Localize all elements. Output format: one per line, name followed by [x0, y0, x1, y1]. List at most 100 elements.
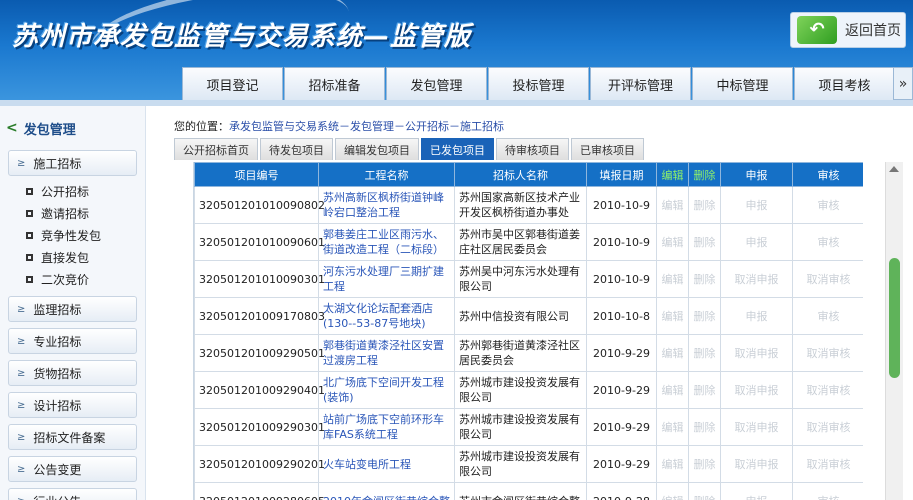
sidebar-subitem[interactable]: 直接发包	[0, 246, 145, 268]
sidebar-title[interactable]: < 发包管理	[0, 106, 145, 150]
edit-action[interactable]: 编辑	[656, 445, 689, 483]
sidebar-subitem[interactable]: 邀请招标	[0, 202, 145, 224]
sidebar-group-item[interactable]: ≥ 公告变更	[8, 456, 137, 482]
declare-action[interactable]: 申报	[720, 482, 793, 500]
declare-action[interactable]: 取消申报	[720, 445, 793, 483]
delete-action[interactable]: 删除	[688, 186, 721, 224]
column-header: 招标人名称	[454, 162, 587, 187]
audit-action[interactable]: 取消审核	[792, 371, 863, 409]
audit-action[interactable]: 审核	[792, 223, 863, 261]
subtab[interactable]: 编辑发包项目	[335, 138, 419, 160]
project-name-link[interactable]: 郭巷姜庄工业区雨污水、街道改造工程（二标段）	[318, 223, 455, 261]
edit-action[interactable]: 编辑	[656, 408, 689, 446]
edit-action[interactable]: 编辑	[656, 334, 689, 372]
subtab[interactable]: 待发包项目	[260, 138, 333, 160]
project-code-cell: 320501201009290301	[194, 408, 325, 446]
project-code-cell: 320501201009170803	[194, 297, 325, 335]
delete-action[interactable]: 删除	[688, 482, 721, 500]
audit-action[interactable]: 取消审核	[792, 260, 863, 298]
sidebar-title-label: 发包管理	[23, 122, 76, 138]
declare-action[interactable]: 取消申报	[720, 408, 793, 446]
delete-action[interactable]: 删除	[688, 408, 721, 446]
table-row: 320501201009290201 火车站变电所工程 苏州城市建设投资发展有限公司…	[194, 445, 863, 483]
breadcrumb-prefix: 您的位置：	[174, 120, 229, 133]
sidebar-subitem[interactable]: 公开招标	[0, 180, 145, 202]
declare-action[interactable]: 申报	[720, 223, 793, 261]
table-row: 320501201009170803 太湖文化论坛配套酒店(130--53-87号…	[194, 297, 863, 335]
edit-action[interactable]: 编辑	[656, 482, 689, 500]
sidebar-group-item[interactable]: ≥ 专业招标	[8, 328, 137, 354]
project-name-link[interactable]: 火车站变电所工程	[318, 445, 455, 483]
sidebar-subitem-label: 竞争性发包	[41, 228, 102, 243]
project-name-link[interactable]: 太湖文化论坛配套酒店(130--53-87号地块)	[318, 297, 455, 335]
project-table-container: 项目编号 工程名称 招标人名称 填报日期 编辑 删除 申报 审核 32050120101009…	[193, 162, 863, 500]
project-name-link[interactable]: 苏州高新区枫桥街道钟峰岭宕口整治工程	[318, 186, 455, 224]
square-bullet-icon	[26, 275, 33, 283]
sidebar-subitem[interactable]: 二次竞价	[0, 268, 145, 290]
edit-action[interactable]: 编辑	[656, 223, 689, 261]
delete-action[interactable]: 删除	[688, 260, 721, 298]
sidebar-groups: ≥ 监理招标 ≥ 专业招标 ≥ 货物招标 ≥ 设计招标 ≥ 招标文件备案 ≥ 公告变更 ≥ 行业公告	[0, 296, 145, 500]
subtab[interactable]: 已审核项目	[571, 138, 644, 160]
audit-action[interactable]: 取消审核	[792, 334, 863, 372]
breadcrumb-path[interactable]: 承发包监管与交易系统－发包管理－公开招标－施工招标	[229, 120, 504, 133]
nav-tab[interactable]: 发包管理	[386, 67, 487, 100]
subtab[interactable]: 已发包项目	[421, 138, 494, 160]
project-name-link[interactable]: 站前广场底下空前环形车库FAS系统工程	[318, 408, 455, 446]
project-name-link[interactable]: 郭巷街道黄漆泾社区安置过渡房工程	[318, 334, 455, 372]
sidebar-group-item[interactable]: ≥ 货物招标	[8, 360, 137, 386]
declare-action[interactable]: 取消申报	[720, 260, 793, 298]
nav-more-button[interactable]: »	[893, 67, 913, 100]
audit-action[interactable]: 取消审核	[792, 445, 863, 483]
nav-tab[interactable]: 招标准备	[284, 67, 385, 100]
scroll-thumb[interactable]	[889, 258, 900, 378]
sidebar-item-construction[interactable]: ≥ 施工招标	[8, 150, 137, 176]
home-button[interactable]: ↶ 返回首页	[790, 12, 906, 48]
nav-tab[interactable]: 项目考核	[794, 67, 895, 100]
edit-action[interactable]: 编辑	[656, 371, 689, 409]
expand-icon: ≥	[17, 399, 26, 411]
declare-action[interactable]: 取消申报	[720, 371, 793, 409]
delete-action[interactable]: 删除	[688, 334, 721, 372]
declare-action[interactable]: 申报	[720, 186, 793, 224]
subtab[interactable]: 公开招标首页	[174, 138, 258, 160]
project-name-link[interactable]: 2010年金阊区街巷综合整	[318, 482, 455, 500]
project-name-link[interactable]: 河东污水处理厂三期扩建工程	[318, 260, 455, 298]
sidebar-group-item[interactable]: ≥ 行业公告	[8, 488, 137, 500]
table-row: 320501201009290301 站前广场底下空前环形车库FAS系统工程 苏州城…	[194, 408, 863, 446]
expand-icon: ≥	[17, 157, 26, 169]
edit-action[interactable]: 编辑	[656, 297, 689, 335]
audit-action[interactable]: 审核	[792, 297, 863, 335]
table-header-row: 项目编号 工程名称 招标人名称 填报日期 编辑 删除 申报 审核	[194, 162, 863, 187]
column-header: 项目编号	[194, 162, 319, 187]
sidebar-subitem[interactable]: 竞争性发包	[0, 224, 145, 246]
nav-tab[interactable]: 项目登记	[182, 67, 283, 100]
edit-action[interactable]: 编辑	[656, 186, 689, 224]
vertical-scrollbar[interactable]	[885, 162, 903, 500]
audit-action[interactable]: 审核	[792, 186, 863, 224]
declare-action[interactable]: 取消申报	[720, 334, 793, 372]
audit-action[interactable]: 审核	[792, 482, 863, 500]
owner-name-cell: 苏州国家高新区技术产业开发区枫桥街道办事处	[454, 186, 587, 224]
table-row: 3205012010092806052010年金阊区街巷综合整苏州市金阊区街巷综…	[194, 482, 863, 500]
app-logo: 苏州市承发包监管与交易系统—监管版	[12, 22, 472, 52]
scroll-up-icon[interactable]	[889, 166, 899, 172]
sidebar-group-item[interactable]: ≥ 监理招标	[8, 296, 137, 322]
nav-tab[interactable]: 投标管理	[488, 67, 589, 100]
delete-action[interactable]: 删除	[688, 223, 721, 261]
declare-action[interactable]: 申报	[720, 297, 793, 335]
delete-action[interactable]: 删除	[688, 297, 721, 335]
nav-tab[interactable]: 中标管理	[692, 67, 793, 100]
delete-action[interactable]: 删除	[688, 371, 721, 409]
owner-name-cell: 苏州城市建设投资发展有限公司	[454, 408, 587, 446]
audit-action[interactable]: 取消审核	[792, 408, 863, 446]
delete-action[interactable]: 删除	[688, 445, 721, 483]
project-code-cell: 320501201010090301	[194, 260, 325, 298]
sidebar-group-item[interactable]: ≥ 招标文件备案	[8, 424, 137, 450]
nav-tab[interactable]: 开评标管理	[590, 67, 691, 100]
sidebar-group-item[interactable]: ≥ 设计招标	[8, 392, 137, 418]
owner-name-cell: 苏州市金阊区街巷综合整	[454, 482, 587, 500]
edit-action[interactable]: 编辑	[656, 260, 689, 298]
subtab[interactable]: 待审核项目	[496, 138, 569, 160]
project-name-link[interactable]: 北广场底下空间开发工程(装饰)	[318, 371, 455, 409]
